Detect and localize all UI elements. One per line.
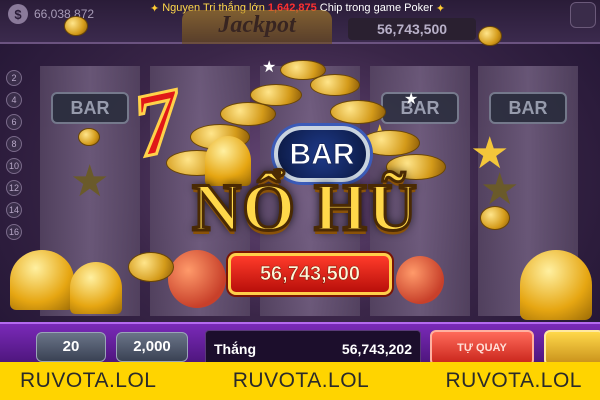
control-bar: 20 2,000 Thắng 56,743,202 TỰ QUAY (0, 322, 600, 366)
ticker-suffix: Chip trong game Poker (319, 2, 433, 14)
jackpot-plaque: Jackpot (182, 10, 332, 44)
win-value: 56,743,202 (341, 341, 412, 357)
watermark-text: RUVOTA.LOL (445, 369, 582, 392)
jackpot-headline: NỔ HŨ (191, 168, 419, 247)
bar-emblem-label: BAR (289, 138, 355, 172)
coin-icon (64, 16, 88, 36)
win-amount: 56,743,500 (259, 263, 361, 286)
watermark-text: RUVOTA.LOL (20, 369, 157, 392)
fruit-icon (168, 250, 226, 308)
jackpot-value: 56,743,500 (348, 18, 476, 40)
win-label: Thắng (214, 341, 256, 357)
firework-icon: ✦ (150, 2, 160, 15)
payline-markers: 2 4 6 8 10 12 14 16 (6, 70, 26, 246)
firework-icon: ✦ (435, 2, 446, 15)
coin-icon (478, 26, 502, 46)
trophy-button[interactable] (570, 2, 596, 28)
fruit-icon (396, 256, 444, 304)
coin-icon (128, 252, 174, 282)
bell-icon (70, 262, 122, 314)
bar-symbol: BAR (51, 92, 129, 124)
watermark-strip: RUVOTA.LOL RUVOTA.LOL RUVOTA.LOL (0, 362, 600, 400)
jackpot-label: Jackpot (218, 12, 296, 38)
payline-marker: 16 (6, 224, 22, 240)
coin-icon (480, 206, 510, 230)
bar-symbol: BAR (489, 92, 567, 124)
payline-marker: 6 (6, 114, 22, 130)
slot-game-screen: $ 66,038,872 ✦ Nguyen Tri thắng lớn 1,64… (0, 0, 600, 400)
payline-marker: 10 (6, 158, 22, 174)
dollar-coin-icon: $ (8, 4, 28, 24)
spin-button[interactable] (544, 330, 600, 366)
win-amount-panel: 56,743,500 (228, 253, 392, 295)
bet-button[interactable]: 2,000 (116, 332, 188, 362)
coin-icon (220, 102, 276, 126)
gold-pile-icon (520, 250, 592, 320)
coin-icon (310, 74, 360, 96)
lines-button[interactable]: 20 (36, 332, 106, 362)
coin-icon (330, 100, 386, 124)
bell-icon (10, 250, 74, 310)
payline-marker: 2 (6, 70, 22, 86)
payline-marker: 12 (6, 180, 22, 196)
payline-marker: 8 (6, 136, 22, 152)
star-icon: ★ (70, 157, 110, 206)
win-display: Thắng 56,743,202 (205, 330, 421, 366)
watermark-text: RUVOTA.LOL (232, 369, 370, 392)
auto-spin-button[interactable]: TỰ QUAY (430, 330, 534, 366)
payline-marker: 14 (6, 202, 22, 218)
star-icon: ★ (480, 165, 520, 214)
top-bar: $ 66,038,872 ✦ Nguyen Tri thắng lớn 1,64… (0, 0, 600, 44)
payline-marker: 4 (6, 92, 22, 108)
coin-icon (78, 128, 100, 146)
